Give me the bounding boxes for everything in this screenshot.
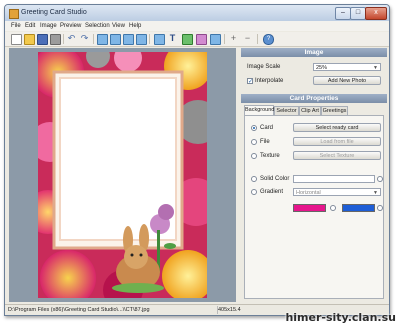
card-properties-header: Card Properties: [241, 94, 387, 103]
image-icon[interactable]: [97, 34, 108, 45]
toolbar-separator: [63, 34, 64, 44]
menu-help[interactable]: Help: [129, 23, 141, 29]
close-button[interactable]: x: [365, 7, 387, 20]
redo-icon[interactable]: ↷: [80, 34, 89, 43]
image-icon[interactable]: [110, 34, 121, 45]
watermark: himer-sity.clan.su: [285, 311, 396, 324]
chevron-down-icon: ▼: [373, 190, 378, 196]
gradient-end-picker-icon[interactable]: [377, 205, 383, 211]
minimize-button[interactable]: –: [335, 7, 351, 20]
image-icon[interactable]: [154, 34, 165, 45]
chevron-down-icon: ▼: [373, 65, 378, 71]
help-icon[interactable]: ?: [263, 34, 274, 45]
interpolate-label: Interpolate: [255, 78, 284, 84]
solid-color-radio[interactable]: [251, 176, 257, 182]
gradient-end-swatch[interactable]: [342, 204, 375, 212]
toolbar-separator: [149, 34, 150, 44]
gradient-radio[interactable]: [251, 189, 257, 195]
undo-icon[interactable]: ↶: [67, 34, 76, 43]
menu-image[interactable]: Image: [40, 23, 57, 29]
menu-edit[interactable]: Edit: [25, 23, 35, 29]
texture-radio[interactable]: [251, 153, 257, 159]
save-icon[interactable]: [37, 34, 48, 45]
gradient-start-picker-icon[interactable]: [330, 205, 336, 211]
image-panel-header: Image: [241, 48, 387, 57]
app-window: Greeting Card Studio – □ x File Edit Ima…: [4, 4, 390, 316]
status-file-path: D:\Program Files (x86)\Greeting Card Stu…: [8, 307, 150, 313]
gradient-label: Gradient: [260, 189, 284, 195]
menu-preview[interactable]: Preview: [60, 23, 81, 29]
image-icon[interactable]: [210, 34, 221, 45]
shape-icon[interactable]: [182, 34, 193, 45]
menu-selection[interactable]: Selection: [85, 23, 110, 29]
solid-color-picker-icon[interactable]: [377, 176, 383, 182]
gradient-start-swatch[interactable]: [293, 204, 326, 212]
toolbar-separator: [257, 34, 258, 44]
image-scale-value: 25%: [316, 65, 328, 71]
menu-file[interactable]: File: [11, 23, 21, 29]
solid-color-label: Solid Color: [260, 176, 290, 182]
app-icon: [9, 9, 19, 19]
maximize-button[interactable]: □: [350, 7, 366, 20]
card-option-label: Card: [260, 125, 274, 131]
file-option-label: File: [260, 139, 270, 145]
gradient-direction-value: Horizontal: [296, 190, 321, 196]
card-radio[interactable]: [251, 125, 257, 131]
image-scale-label: Image Scale: [247, 64, 281, 70]
zoom-in-icon[interactable]: +: [229, 34, 238, 43]
new-icon[interactable]: [11, 34, 22, 45]
toolbar: ↶ ↷ T + − ?: [5, 32, 389, 47]
image-scale-select[interactable]: 25% ▼: [313, 63, 381, 71]
menu-bar: File Edit Image Preview Selection View H…: [5, 21, 389, 31]
solid-color-field[interactable]: [293, 175, 375, 183]
file-radio[interactable]: [251, 139, 257, 145]
card-preview[interactable]: [38, 52, 207, 298]
interpolate-checkbox[interactable]: ✓: [247, 78, 253, 85]
image-icon[interactable]: [123, 34, 134, 45]
print-icon[interactable]: [50, 34, 61, 45]
text-icon[interactable]: T: [168, 34, 177, 43]
window-title: Greeting Card Studio: [21, 9, 87, 16]
toolbar-separator: [93, 34, 94, 44]
add-new-photo-button[interactable]: Add New Photo: [313, 76, 381, 85]
status-image-size: 405x15.4: [217, 306, 241, 314]
open-icon[interactable]: [24, 34, 35, 45]
title-bar[interactable]: Greeting Card Studio – □ x: [5, 5, 389, 21]
clipart-icon[interactable]: [196, 34, 207, 45]
tab-greetings[interactable]: Greetings: [321, 106, 348, 115]
menu-view[interactable]: View: [112, 23, 125, 29]
image-icon[interactable]: [136, 34, 147, 45]
toolbar-separator: [224, 34, 225, 44]
texture-option-label: Texture: [260, 153, 280, 159]
select-texture-button[interactable]: Select Texture: [293, 151, 381, 160]
load-from-file-button[interactable]: Load from file: [293, 137, 381, 146]
tab-selector[interactable]: Selector: [274, 106, 299, 115]
zoom-out-icon[interactable]: −: [243, 34, 252, 43]
tab-background[interactable]: Background: [244, 105, 274, 115]
tab-clip-art[interactable]: Clip Art: [299, 106, 321, 115]
select-ready-card-button[interactable]: Select ready card: [293, 123, 381, 132]
canvas-area[interactable]: [9, 48, 236, 302]
gradient-direction-select[interactable]: Horizontal ▼: [293, 188, 381, 196]
properties-panel: Image Image Scale 25% ▼ ✓ Interpolate Ad…: [241, 48, 387, 302]
